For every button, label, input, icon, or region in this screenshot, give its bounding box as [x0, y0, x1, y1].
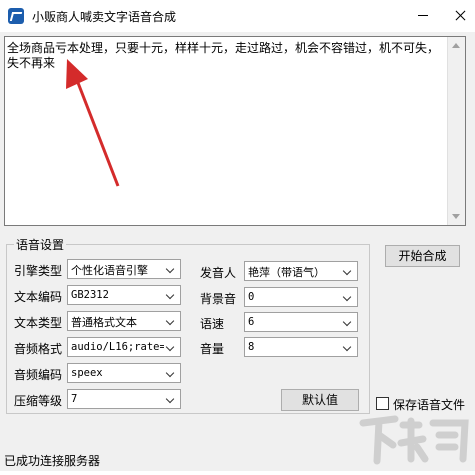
scroll-down-icon[interactable]	[452, 214, 460, 219]
arrow-head	[66, 59, 88, 89]
chevron-down-icon[interactable]	[340, 338, 357, 356]
compression-level-select[interactable]: 7	[67, 389, 181, 409]
chevron-down-icon[interactable]	[163, 338, 180, 356]
engine-type-select[interactable]: 个性化语音引擎	[67, 259, 181, 279]
volume-label: 音量	[200, 342, 225, 356]
audio-format-label: 音频格式	[14, 342, 63, 356]
window-title: 小贩商人喊卖文字语音合成	[32, 10, 177, 24]
background-sound-value: 0	[248, 291, 255, 303]
audio-encoding-label: 音频编码	[14, 368, 63, 382]
text-type-label: 文本类型	[14, 316, 63, 330]
scroll-up-icon[interactable]	[452, 43, 460, 48]
text-encoding-value: GB2312	[71, 289, 109, 301]
start-synthesis-button[interactable]: 开始合成	[385, 245, 460, 267]
audio-encoding-select[interactable]: speex	[67, 363, 181, 383]
minimize-icon[interactable]	[418, 15, 428, 16]
engine-type-value: 个性化语音引擎	[71, 264, 148, 277]
app-window: 小贩商人喊卖文字语音合成 全场商品亏本处理，只要十元，样样十元，走过路过，机会不…	[0, 0, 475, 471]
chevron-down-icon[interactable]	[163, 312, 180, 330]
app-icon	[8, 8, 24, 24]
audio-format-value: audio/L16;rate=	[71, 341, 164, 353]
watermark-logo	[355, 413, 470, 468]
compression-level-value: 7	[71, 393, 78, 405]
speed-select[interactable]: 6	[244, 312, 358, 332]
speaker-value: 艳萍（带语气）	[248, 266, 325, 279]
annotation-arrow	[66, 59, 120, 187]
chevron-down-icon[interactable]	[163, 364, 180, 382]
speaker-label: 发音人	[200, 266, 237, 280]
text-type-select[interactable]: 普通格式文本	[67, 311, 181, 331]
compression-level-label: 压缩等级	[14, 394, 63, 408]
background-sound-label: 背景音	[200, 292, 237, 306]
background-sound-select[interactable]: 0	[244, 287, 358, 307]
audio-format-select[interactable]: audio/L16;rate=	[67, 337, 181, 357]
title-bar: 小贩商人喊卖文字语音合成	[0, 0, 475, 32]
save-audio-checkbox[interactable]	[376, 397, 389, 410]
speaker-select[interactable]: 艳萍（带语气）	[244, 261, 358, 281]
text-encoding-label: 文本编码	[14, 290, 63, 304]
chevron-down-icon[interactable]	[340, 313, 357, 331]
chevron-down-icon[interactable]	[163, 286, 180, 304]
speed-label: 语速	[200, 317, 225, 331]
chevron-down-icon[interactable]	[163, 390, 180, 408]
chevron-down-icon[interactable]	[340, 288, 357, 306]
volume-select[interactable]: 8	[244, 337, 358, 357]
speed-value: 6	[248, 316, 255, 328]
text-type-value: 普通格式文本	[71, 316, 137, 329]
chevron-down-icon[interactable]	[163, 260, 180, 278]
status-text: 已成功连接服务器	[4, 454, 101, 468]
chevron-down-icon[interactable]	[340, 262, 357, 280]
close-icon[interactable]	[445, 0, 475, 32]
text-encoding-select[interactable]: GB2312	[67, 285, 181, 305]
save-audio-label[interactable]: 保存语音文件	[393, 396, 465, 413]
audio-encoding-value: speex	[71, 367, 103, 379]
voice-settings-title: 语音设置	[14, 236, 67, 253]
engine-type-label: 引擎类型	[14, 264, 63, 278]
default-button[interactable]: 默认值	[281, 389, 359, 411]
vertical-scrollbar[interactable]	[447, 37, 465, 225]
volume-value: 8	[248, 341, 255, 353]
arrow-shaft	[73, 74, 120, 187]
watermark-graphic	[359, 415, 469, 465]
